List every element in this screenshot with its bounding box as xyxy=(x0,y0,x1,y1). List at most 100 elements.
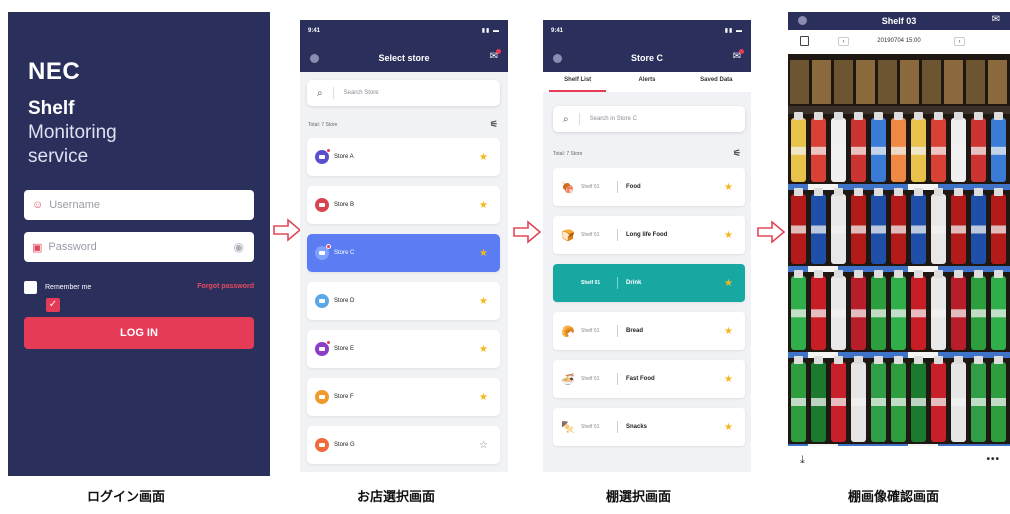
star-filled-icon[interactable]: ★ xyxy=(479,248,488,259)
store-name: Store G xyxy=(334,442,355,448)
shelf-select-screen: 9:41 ▮▮ ▬ Store C ✉ Shelf List Alerts Sa… xyxy=(543,20,751,472)
store-item[interactable]: Store F ★ xyxy=(307,378,500,416)
store-item[interactable]: Store G ☆ xyxy=(307,426,500,464)
filter-icon[interactable]: ⚟ xyxy=(490,119,498,130)
tab-saved-data[interactable]: Saved Data xyxy=(682,72,751,92)
notification-badge xyxy=(326,244,331,249)
store-total: Total: 7 Store xyxy=(308,122,338,128)
star-filled-icon[interactable]: ★ xyxy=(724,182,733,193)
store-name: Store E xyxy=(334,346,355,352)
store-caption: お店選択画面 xyxy=(357,490,436,505)
login-caption: ログイン画面 xyxy=(87,490,166,505)
remember-checkbox[interactable] xyxy=(24,281,37,294)
nec-logo: NEC xyxy=(28,58,81,85)
store-name: Store A xyxy=(334,154,354,160)
checkmark-icon[interactable]: ✓ xyxy=(46,298,60,312)
shelf-item[interactable]: 🍜 Shelf 01 Fast Food ★ xyxy=(553,360,745,398)
login-screen: NEC Shelf Monitoring service ☺ Username … xyxy=(8,12,270,476)
app-title-line1: Shelf xyxy=(28,98,75,119)
shelf-item[interactable]: 🥐 Shelf 01 Bread ★ xyxy=(553,312,745,350)
app-header: 9:41 ▮▮ ▬ Store C ✉ xyxy=(543,20,751,72)
username-placeholder: Username xyxy=(49,199,100,211)
store-item[interactable]: Store B ★ xyxy=(307,186,500,224)
shelf-item[interactable]: 🍢 Shelf 01 Snacks ★ xyxy=(553,408,745,446)
star-filled-icon[interactable]: ★ xyxy=(479,200,488,211)
store-name: Store F xyxy=(334,394,354,400)
store-icon xyxy=(315,340,331,356)
shelf-id: Shelf 01 xyxy=(581,376,600,382)
store-select-screen: 9:41 ▮▮ ▬ Select store ✉ ⌕ Search Store … xyxy=(300,20,508,472)
app-header: 9:41 ▮▮ ▬ Select store ✉ xyxy=(300,20,508,72)
notification-badge xyxy=(326,148,331,153)
search-input[interactable]: ⌕ Search in Store C xyxy=(553,106,745,132)
shelf-name: Food xyxy=(626,184,641,190)
meat-icon: 🍖 xyxy=(561,181,575,194)
star-filled-icon[interactable]: ★ xyxy=(724,278,733,289)
search-placeholder: Search in Store C xyxy=(589,116,637,122)
shelf-name: Fast Food xyxy=(626,376,655,382)
star-outline-icon[interactable]: ☆ xyxy=(479,440,488,451)
shelf-name: Bread xyxy=(626,328,644,334)
app-title-line2: Monitoring xyxy=(28,122,117,143)
shelf-caption: 棚選択画面 xyxy=(606,490,672,505)
store-item[interactable]: Store A ★ xyxy=(307,138,500,176)
flow-arrow-icon xyxy=(757,220,786,244)
store-item[interactable]: Store D ★ xyxy=(307,282,500,320)
store-icon xyxy=(315,438,329,452)
store-icon xyxy=(315,390,329,404)
bottom-bar: ⤓ ••• xyxy=(788,446,1010,476)
login-button[interactable]: LOG IN xyxy=(24,317,254,349)
shelf-id: Shelf 01 xyxy=(581,280,601,286)
forgot-password-link[interactable]: Forgot password xyxy=(197,283,254,290)
store-name: Store D xyxy=(334,298,355,304)
download-icon[interactable]: ⤓ xyxy=(800,454,805,467)
shelf-item[interactable]: 🍖 Shelf 01 Food ★ xyxy=(553,168,745,206)
search-input[interactable]: ⌕ Search Store xyxy=(307,80,500,106)
shelf-id: Shelf 01 xyxy=(581,328,600,334)
shelf-photo[interactable] xyxy=(788,54,1010,446)
shelf-image-caption: 棚画像確認画面 xyxy=(848,490,940,505)
shelf-image-screen: Shelf 03 ✉ ‹ 20190704 15:00 › ⤓ ••• xyxy=(788,12,1010,476)
store-name: Store C xyxy=(334,250,355,256)
star-filled-icon[interactable]: ★ xyxy=(479,296,488,307)
shelf-name: Drink xyxy=(626,280,642,286)
store-icon xyxy=(315,148,331,164)
status-time: 9:41 xyxy=(551,28,564,34)
shelf-name: Snacks xyxy=(626,424,648,430)
store-item[interactable]: Store C ★ xyxy=(307,234,500,272)
capture-datetime: 20190704 15:00 xyxy=(877,38,921,44)
signal-icon: ▮▮ ▬ xyxy=(724,28,743,34)
filter-icon[interactable]: ⚟ xyxy=(733,148,741,159)
app-title-line3: service xyxy=(28,146,89,167)
next-button[interactable]: › xyxy=(954,37,965,46)
shelf-name: Long life Food xyxy=(626,232,668,238)
remember-me[interactable]: Remember me xyxy=(24,281,91,294)
username-field[interactable]: ☺ Username xyxy=(24,190,254,220)
shelf-item[interactable]: Shelf 01 Drink ★ xyxy=(553,264,745,302)
store-item[interactable]: Store E ★ xyxy=(307,330,500,368)
shelf-item[interactable]: 🍞 Shelf 01 Long life Food ★ xyxy=(553,216,745,254)
star-filled-icon[interactable]: ★ xyxy=(724,326,733,337)
lock-icon: ▣ xyxy=(32,241,43,254)
mail-icon[interactable]: ✉ xyxy=(490,49,501,62)
search-icon: ⌕ xyxy=(563,113,569,125)
mail-icon[interactable]: ✉ xyxy=(733,49,744,62)
password-field[interactable]: ▣ Password ◉ xyxy=(24,232,254,262)
more-icon[interactable]: ••• xyxy=(986,454,1000,465)
store-icon xyxy=(315,244,331,260)
image-toolbar: ‹ 20190704 15:00 › xyxy=(788,30,1010,54)
tab-alerts[interactable]: Alerts xyxy=(612,72,681,92)
tab-shelf-list[interactable]: Shelf List xyxy=(543,72,612,92)
shelf-id: Shelf 01 xyxy=(581,232,600,238)
mail-icon[interactable]: ✉ xyxy=(992,14,1000,25)
star-filled-icon[interactable]: ★ xyxy=(479,392,488,403)
bread-icon: 🥐 xyxy=(561,325,575,338)
eye-icon[interactable]: ◉ xyxy=(234,240,244,254)
star-filled-icon[interactable]: ★ xyxy=(724,374,733,385)
app-header: Shelf 03 ✉ xyxy=(788,12,1010,30)
star-filled-icon[interactable]: ★ xyxy=(479,344,488,355)
star-filled-icon[interactable]: ★ xyxy=(724,230,733,241)
star-filled-icon[interactable]: ★ xyxy=(479,152,488,163)
search-placeholder: Search Store xyxy=(343,90,379,96)
star-filled-icon[interactable]: ★ xyxy=(724,422,733,433)
